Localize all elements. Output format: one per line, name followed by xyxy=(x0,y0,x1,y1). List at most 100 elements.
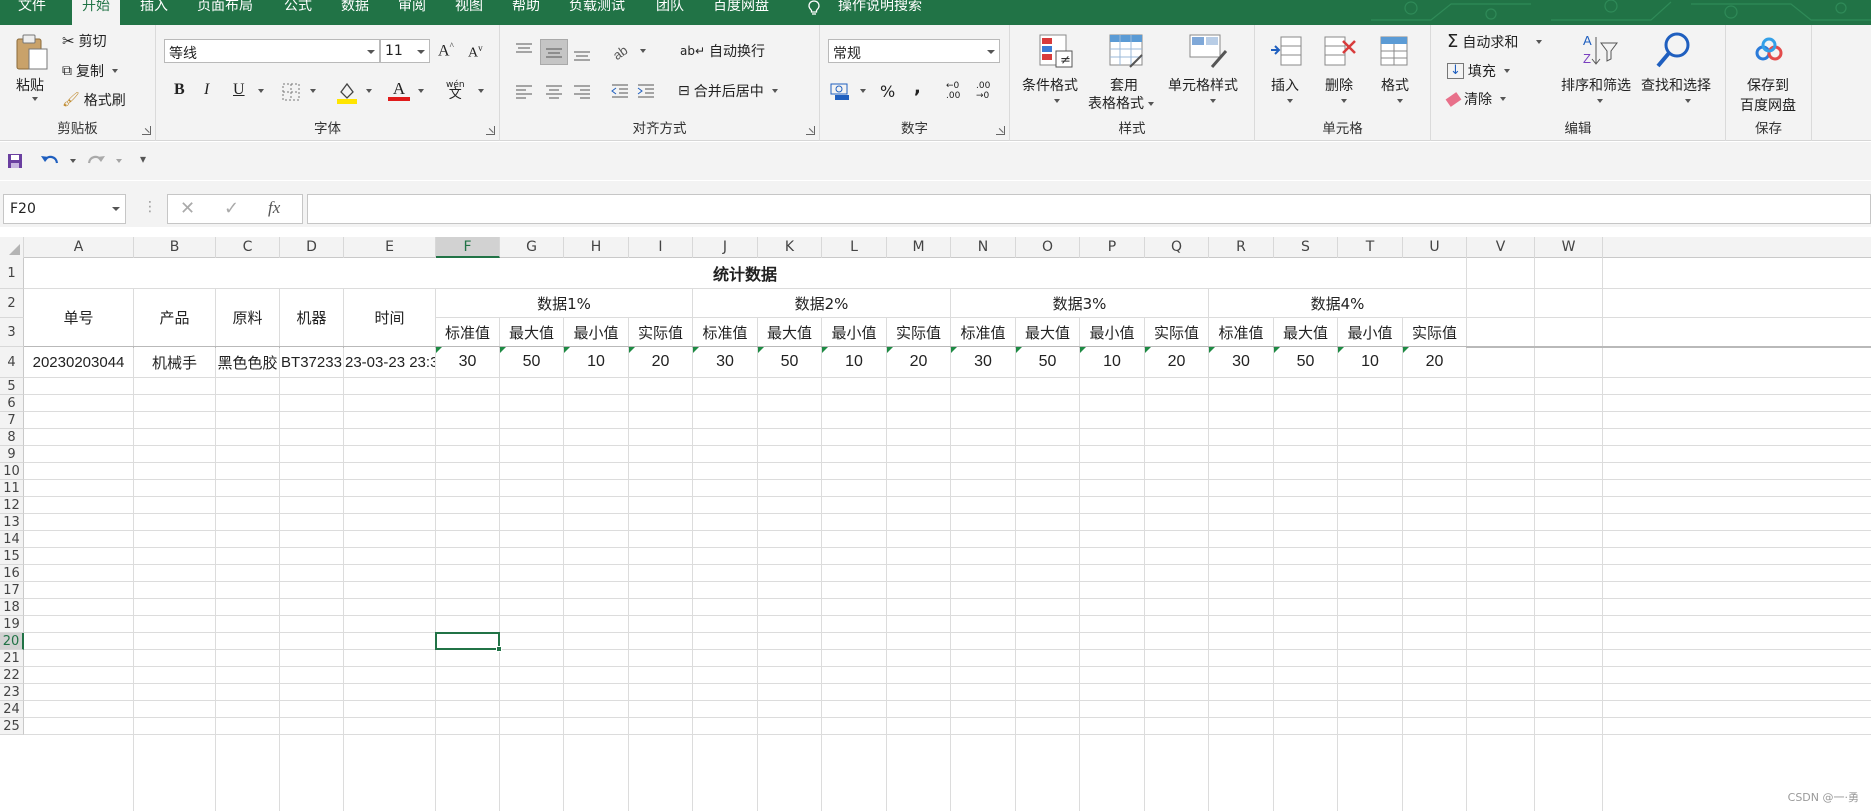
number-as-text-indicator[interactable] xyxy=(436,347,442,353)
grow-font-button[interactable]: A^ xyxy=(438,41,454,60)
row-header-6[interactable]: 6 xyxy=(0,395,24,412)
check-icon[interactable]: ✓ xyxy=(224,198,239,219)
data-value-cell[interactable]: 30 xyxy=(1209,347,1273,377)
conditional-format-dropdown[interactable] xyxy=(1054,99,1060,103)
row-header-2[interactable]: 2 xyxy=(0,289,24,318)
format-cells-dropdown[interactable] xyxy=(1397,99,1403,103)
phonetic-dropdown[interactable] xyxy=(478,89,484,93)
row-header-8[interactable]: 8 xyxy=(0,429,24,446)
number-format-select[interactable]: 常规 xyxy=(828,39,1000,63)
data-value-cell[interactable]: 50 xyxy=(1274,347,1337,377)
data-value-cell[interactable]: 50 xyxy=(500,347,563,377)
number-as-text-indicator[interactable] xyxy=(1145,347,1151,353)
accounting-format-icon[interactable] xyxy=(830,81,852,101)
row-header-22[interactable]: 22 xyxy=(0,667,24,684)
column-header-D[interactable]: D xyxy=(280,237,344,258)
column-header-V[interactable]: V xyxy=(1467,237,1535,258)
find-select-button[interactable]: 查找和选择 xyxy=(1641,75,1711,95)
formula-input[interactable] xyxy=(307,194,1871,224)
align-left-icon[interactable] xyxy=(514,81,534,101)
font-launcher-icon[interactable] xyxy=(486,126,495,135)
tab-review[interactable]: 审阅 xyxy=(398,0,426,25)
fill-color-dropdown[interactable] xyxy=(366,89,372,93)
number-as-text-indicator[interactable] xyxy=(951,347,957,353)
cell-time[interactable]: 23-03-23 23:34: xyxy=(344,347,435,377)
format-as-table-button[interactable]: 表格格式 xyxy=(1088,93,1154,113)
cut-button[interactable]: ✂ 剪切 xyxy=(62,31,107,51)
decrease-indent-icon[interactable] xyxy=(610,81,630,101)
data-value-cell[interactable]: 10 xyxy=(1338,347,1402,377)
wrap-text-button[interactable]: ab↵ 自动换行 xyxy=(680,41,765,61)
accounting-dropdown[interactable] xyxy=(860,89,866,93)
italic-button[interactable]: I xyxy=(204,81,209,99)
clear-button[interactable]: 清除 xyxy=(1445,89,1506,109)
alignment-launcher-icon[interactable] xyxy=(806,126,815,135)
sub-header-cell[interactable]: 标准值 xyxy=(951,318,1015,346)
number-as-text-indicator[interactable] xyxy=(1274,347,1280,353)
column-header-M[interactable]: M xyxy=(887,237,951,258)
column-header-W[interactable]: W xyxy=(1535,237,1603,258)
format-as-table-icon[interactable] xyxy=(1108,33,1146,69)
data-value-cell[interactable]: 20 xyxy=(887,347,950,377)
row-header-23[interactable]: 23 xyxy=(0,684,24,701)
bold-button[interactable]: B xyxy=(174,81,185,99)
magnifier-icon[interactable] xyxy=(1653,31,1693,71)
row-header-1[interactable]: 1 xyxy=(0,258,24,289)
number-as-text-indicator[interactable] xyxy=(1403,347,1409,353)
column-header-E[interactable]: E xyxy=(344,237,436,258)
row-header-3[interactable]: 3 xyxy=(0,318,24,347)
data-value-cell[interactable]: 10 xyxy=(822,347,886,377)
cell-machine[interactable]: BT37233 xyxy=(280,347,343,377)
insert-cells-icon[interactable] xyxy=(1269,33,1303,69)
sort-filter-icon[interactable]: A Z xyxy=(1579,31,1619,71)
tab-help[interactable]: 帮助 xyxy=(512,0,540,25)
column-header-Q[interactable]: Q xyxy=(1145,237,1209,258)
undo-dropdown[interactable] xyxy=(70,159,76,163)
number-as-text-indicator[interactable] xyxy=(1080,347,1086,353)
cell-styles-dropdown[interactable] xyxy=(1210,99,1216,103)
sub-header-cell[interactable]: 最大值 xyxy=(758,318,821,346)
top-align-icon[interactable] xyxy=(514,41,534,61)
number-as-text-indicator[interactable] xyxy=(758,347,764,353)
column-header-S[interactable]: S xyxy=(1274,237,1338,258)
cell-styles-button[interactable]: 单元格样式 xyxy=(1168,75,1238,95)
tab-insert[interactable]: 插入 xyxy=(140,0,168,25)
bottom-align-icon[interactable] xyxy=(572,43,592,63)
header-order-no[interactable]: 单号 xyxy=(24,289,133,346)
increase-indent-icon[interactable] xyxy=(636,81,656,101)
row-header-25[interactable]: 25 xyxy=(0,718,24,735)
sub-header-cell[interactable]: 标准值 xyxy=(436,318,499,346)
number-as-text-indicator[interactable] xyxy=(693,347,699,353)
tab-home[interactable]: 开始 xyxy=(72,0,120,25)
number-as-text-indicator[interactable] xyxy=(887,347,893,353)
redo-dropdown[interactable] xyxy=(116,159,122,163)
select-all-button[interactable] xyxy=(0,237,24,258)
decrease-decimal-button[interactable]: .00 →0 xyxy=(976,81,990,101)
header-product[interactable]: 产品 xyxy=(134,289,215,346)
sort-filter-button[interactable]: 排序和筛选 xyxy=(1561,75,1631,95)
row-header-11[interactable]: 11 xyxy=(0,480,24,497)
tab-view[interactable]: 视图 xyxy=(455,0,483,25)
tab-file[interactable]: 文件 xyxy=(18,0,46,25)
conditional-format-button[interactable]: 条件格式 xyxy=(1022,75,1078,95)
column-header-K[interactable]: K xyxy=(758,237,822,258)
column-header-C[interactable]: C xyxy=(216,237,280,258)
tell-me-search[interactable]: 操作说明搜索 xyxy=(838,0,922,25)
data-value-cell[interactable]: 50 xyxy=(1016,347,1079,377)
active-cell-cursor[interactable] xyxy=(435,632,500,650)
column-header-F[interactable]: F xyxy=(436,237,500,258)
data-value-cell[interactable]: 20 xyxy=(1403,347,1466,377)
number-as-text-indicator[interactable] xyxy=(1016,347,1022,353)
tab-team[interactable]: 团队 xyxy=(656,0,684,25)
insert-cells-button[interactable]: 插入 xyxy=(1271,75,1299,95)
format-cells-icon[interactable] xyxy=(1377,33,1411,69)
data-value-cell[interactable]: 10 xyxy=(564,347,628,377)
column-header-B[interactable]: B xyxy=(134,237,216,258)
number-as-text-indicator[interactable] xyxy=(822,347,828,353)
insert-cells-dropdown[interactable] xyxy=(1287,99,1293,103)
cancel-icon[interactable]: ✕ xyxy=(180,198,195,219)
copy-dropdown[interactable] xyxy=(112,69,118,73)
row-header-7[interactable]: 7 xyxy=(0,412,24,429)
shrink-font-button[interactable]: Av xyxy=(468,43,483,62)
copy-button[interactable]: ⧉ 复制 xyxy=(62,61,118,81)
